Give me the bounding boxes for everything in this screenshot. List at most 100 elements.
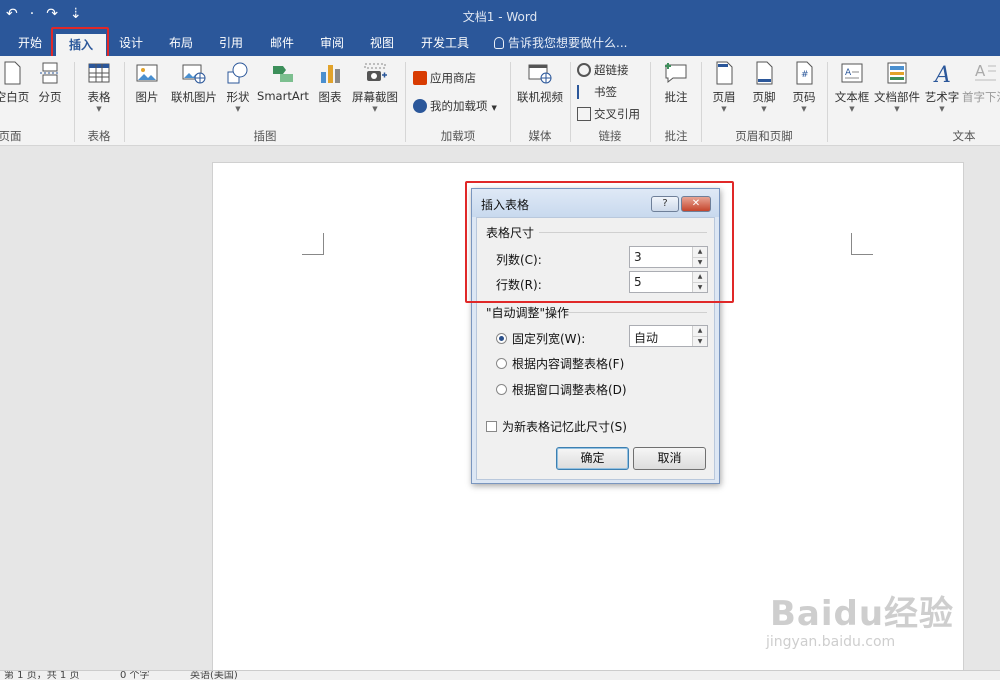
page-break-icon [40,62,60,84]
autofit-contents-option[interactable]: 根据内容调整表格(F) [496,355,624,372]
autofit-window-radio[interactable] [496,384,507,395]
tab-design[interactable]: 设计 [110,32,152,56]
fixed-width-radio[interactable] [496,333,507,344]
dialog-title-bar[interactable]: 插入表格 ? ✕ [472,189,719,217]
picture-button[interactable]: 图片 [130,60,164,105]
autofit-contents-radio[interactable] [496,358,507,369]
bookmark-button[interactable]: 书签 [577,84,617,100]
tab-view[interactable]: 视图 [361,32,403,56]
ok-button[interactable]: 确定 [556,447,629,470]
dialog-title: 插入表格 [481,198,530,212]
window-title: 文档1 - Word [462,10,538,24]
textbox-label: 文本框 [834,90,870,104]
ribbon-separator [701,62,702,142]
dropcap-button[interactable]: A 首字下沉 [962,60,1000,105]
table-dropdown-icon: ▼ [96,105,102,113]
tab-insert[interactable]: 插入 [56,34,106,56]
wordart-dropdown-icon: ▼ [939,105,945,113]
close-button[interactable]: ✕ [681,196,711,212]
margin-corner-mark [302,233,324,255]
remember-size-option[interactable]: 为新表格记忆此尺寸(S) [486,418,627,435]
smartart-icon [273,66,293,82]
bookmark-label: 书签 [594,85,617,99]
fixed-width-spin-buttons[interactable]: ▲ ▼ [692,326,707,346]
online-video-button[interactable]: 联机视频 [514,60,566,105]
comment-button[interactable]: 批注 [656,60,696,105]
page-break-button[interactable]: 分页 [33,60,67,105]
store-button[interactable]: 应用商店 [413,70,476,86]
header-button[interactable]: 页眉 ▼ [706,60,742,113]
cross-reference-button[interactable]: 交叉引用 [577,106,640,122]
cancel-button[interactable]: 取消 [633,447,706,470]
fixed-width-option[interactable]: 固定列宽(W): [496,330,585,347]
tell-me-box[interactable]: 告诉我您想要做什么... [494,32,627,54]
rows-spin-buttons[interactable]: ▲ ▼ [692,272,707,292]
smartart-button[interactable]: SmartArt [256,60,310,103]
spin-up-icon[interactable]: ▲ [693,272,707,282]
ribbon-separator [650,62,651,142]
rows-label: 行数(R): [496,278,542,292]
textbox-button[interactable]: A 文本框 ▼ [831,60,873,113]
shapes-dropdown-icon: ▼ [235,105,241,113]
picture-label: 图片 [135,90,159,104]
my-addins-icon [413,99,427,113]
cross-reference-label: 交叉引用 [594,107,640,121]
quick-parts-button[interactable]: 文档部件 ▼ [873,60,921,113]
columns-spin-buttons[interactable]: ▲ ▼ [692,247,707,267]
page-break-label: 分页 [38,90,62,104]
tab-review[interactable]: 审阅 [311,32,353,56]
comment-label: 批注 [664,90,688,104]
columns-spinner[interactable]: 3 ▲ ▼ [629,246,708,268]
rows-spinner[interactable]: 5 ▲ ▼ [629,271,708,293]
columns-label: 列数(C): [496,253,542,267]
tab-mailings[interactable]: 邮件 [261,32,303,56]
spin-down-icon[interactable]: ▼ [693,336,707,346]
page-number-icon: # [796,61,813,85]
spin-up-icon[interactable]: ▲ [693,247,707,257]
ribbon-separator [405,62,406,142]
footer-icon [756,61,773,85]
fixed-width-spinner[interactable]: 自动 ▲ ▼ [629,325,708,347]
autofit-window-option[interactable]: 根据窗口调整表格(D) [496,381,627,398]
spin-down-icon[interactable]: ▼ [693,282,707,292]
tell-me-text: 告诉我您想要做什么... [508,36,628,50]
table-group-label: 表格 [87,129,111,143]
lightbulb-icon [494,37,504,49]
footer-button[interactable]: 页脚 ▼ [746,60,782,113]
tab-developer[interactable]: 开发工具 [414,32,476,56]
dropcap-icon: A [975,62,996,81]
wordart-button[interactable]: A 艺术字 ▼ [922,60,962,113]
page-number-dropdown-icon: ▼ [801,105,807,113]
chart-button[interactable]: 图表 [314,60,346,105]
insert-table-dialog: 插入表格 ? ✕ 表格尺寸 列数(C): 3 ▲ ▼ 行数(R): 5 ▲ ▼ "自… [471,188,720,484]
page-count[interactable]: 第 1 页，共 1 页 [4,671,79,680]
watermark-brand: Baidu经验 [770,594,955,634]
language-indicator[interactable]: 英语(美国) [190,671,238,680]
tab-home[interactable]: 开始 [10,32,50,56]
footer-label: 页脚 [752,90,776,104]
remember-size-checkbox[interactable] [486,421,497,432]
table-label: 表格 [87,90,111,104]
screenshot-button[interactable]: 屏幕截图 ▼ [348,60,402,113]
table-icon [88,63,110,83]
textbox-dropdown-icon: ▼ [849,105,855,113]
text-group-label: 文本 [952,129,976,143]
tab-references[interactable]: 引用 [210,32,252,56]
page-number-button[interactable]: # 页码 ▼ [786,60,822,113]
blank-page-button[interactable]: 空白页 [0,60,32,105]
tab-layout[interactable]: 布局 [160,32,202,56]
table-size-section-label: 表格尺寸 [486,226,535,240]
watermark-logo: Baidu经验 jingyan.baidu.com [760,574,965,660]
table-button[interactable]: 表格 ▼ [80,60,118,113]
section-divider [539,232,707,233]
online-picture-button[interactable]: 联机图片 [166,60,222,105]
spin-up-icon[interactable]: ▲ [693,326,707,336]
help-button[interactable]: ? [651,196,679,212]
shapes-button[interactable]: 形状 ▼ [222,60,254,113]
my-addins-button[interactable]: 我的加载项 ▼ [413,98,497,114]
spin-down-icon[interactable]: ▼ [693,257,707,267]
screenshot-icon [364,63,387,81]
media-group-label: 媒体 [528,129,552,143]
hyperlink-button[interactable]: 超链接 [577,62,629,78]
word-count[interactable]: 0 个字 [120,671,150,680]
